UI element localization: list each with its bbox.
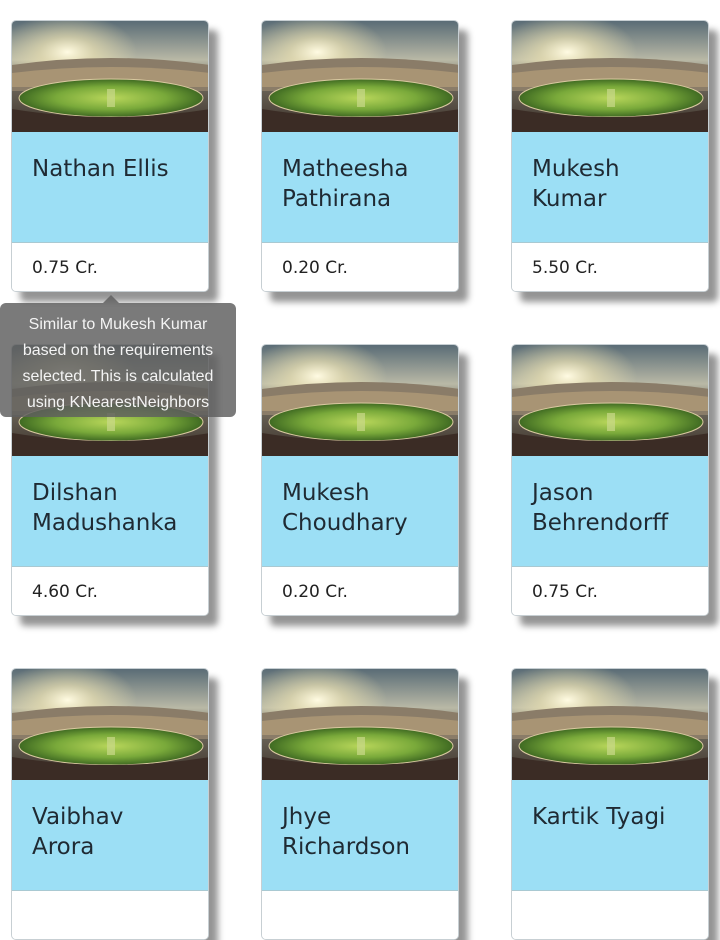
player-card[interactable]: Mukesh Kumar 5.50 Cr. (511, 20, 709, 292)
player-price: 0.75 Cr. (532, 582, 598, 602)
player-card-grid: Nathan Ellis 0.75 Cr. Matheesha Pathiran… (0, 0, 720, 940)
tooltip-arrow (103, 295, 119, 303)
player-price: 0.20 Cr. (282, 582, 348, 602)
player-name: Dilshan Madushanka (32, 480, 178, 536)
card-body: Kartik Tyagi (512, 780, 708, 891)
player-card[interactable]: Vaibhav Arora (11, 668, 209, 940)
player-card[interactable]: Jhye Richardson (261, 668, 459, 940)
stadium-image (262, 21, 458, 132)
card-body: Dilshan Madushanka (12, 456, 208, 567)
card-footer (512, 891, 708, 939)
card-footer: 5.50 Cr. (512, 243, 708, 291)
card-footer: 4.60 Cr. (12, 567, 208, 615)
player-name: Mukesh Choudhary (282, 480, 408, 536)
player-card[interactable]: Kartik Tyagi (511, 668, 709, 940)
player-price: 5.50 Cr. (532, 258, 598, 278)
card-body: Jhye Richardson (262, 780, 458, 891)
stadium-image (512, 21, 708, 132)
card-footer: 0.20 Cr. (262, 243, 458, 291)
player-name: Vaibhav Arora (32, 804, 124, 860)
player-name: Matheesha Pathirana (282, 156, 409, 212)
card-body: Vaibhav Arora (12, 780, 208, 891)
card-body: Mukesh Kumar (512, 132, 708, 243)
card-body: Nathan Ellis (12, 132, 208, 243)
card-footer (12, 891, 208, 939)
player-name: Jason Behrendorff (532, 480, 669, 536)
similarity-tooltip: Similar to Mukesh Kumar based on the req… (0, 303, 236, 417)
player-price: 0.75 Cr. (32, 258, 98, 278)
card-footer: 0.75 Cr. (12, 243, 208, 291)
player-card[interactable]: Nathan Ellis 0.75 Cr. (11, 20, 209, 292)
card-footer: 0.20 Cr. (262, 567, 458, 615)
player-card[interactable]: Jason Behrendorff 0.75 Cr. (511, 344, 709, 616)
stadium-image (512, 345, 708, 456)
card-body: Mukesh Choudhary (262, 456, 458, 567)
player-name: Mukesh Kumar (532, 156, 620, 212)
player-price: 0.20 Cr. (282, 258, 348, 278)
stadium-image (12, 21, 208, 132)
player-name: Kartik Tyagi (532, 804, 666, 830)
player-card[interactable]: Matheesha Pathirana 0.20 Cr. (261, 20, 459, 292)
card-body: Jason Behrendorff (512, 456, 708, 567)
stadium-image (262, 345, 458, 456)
player-name: Nathan Ellis (32, 156, 169, 182)
player-card[interactable]: Mukesh Choudhary 0.20 Cr. (261, 344, 459, 616)
player-name: Jhye Richardson (282, 804, 410, 860)
stadium-image (512, 669, 708, 780)
stadium-image (262, 669, 458, 780)
player-price: 4.60 Cr. (32, 582, 98, 602)
card-footer: 0.75 Cr. (512, 567, 708, 615)
card-footer (262, 891, 458, 939)
stadium-image (12, 669, 208, 780)
card-body: Matheesha Pathirana (262, 132, 458, 243)
